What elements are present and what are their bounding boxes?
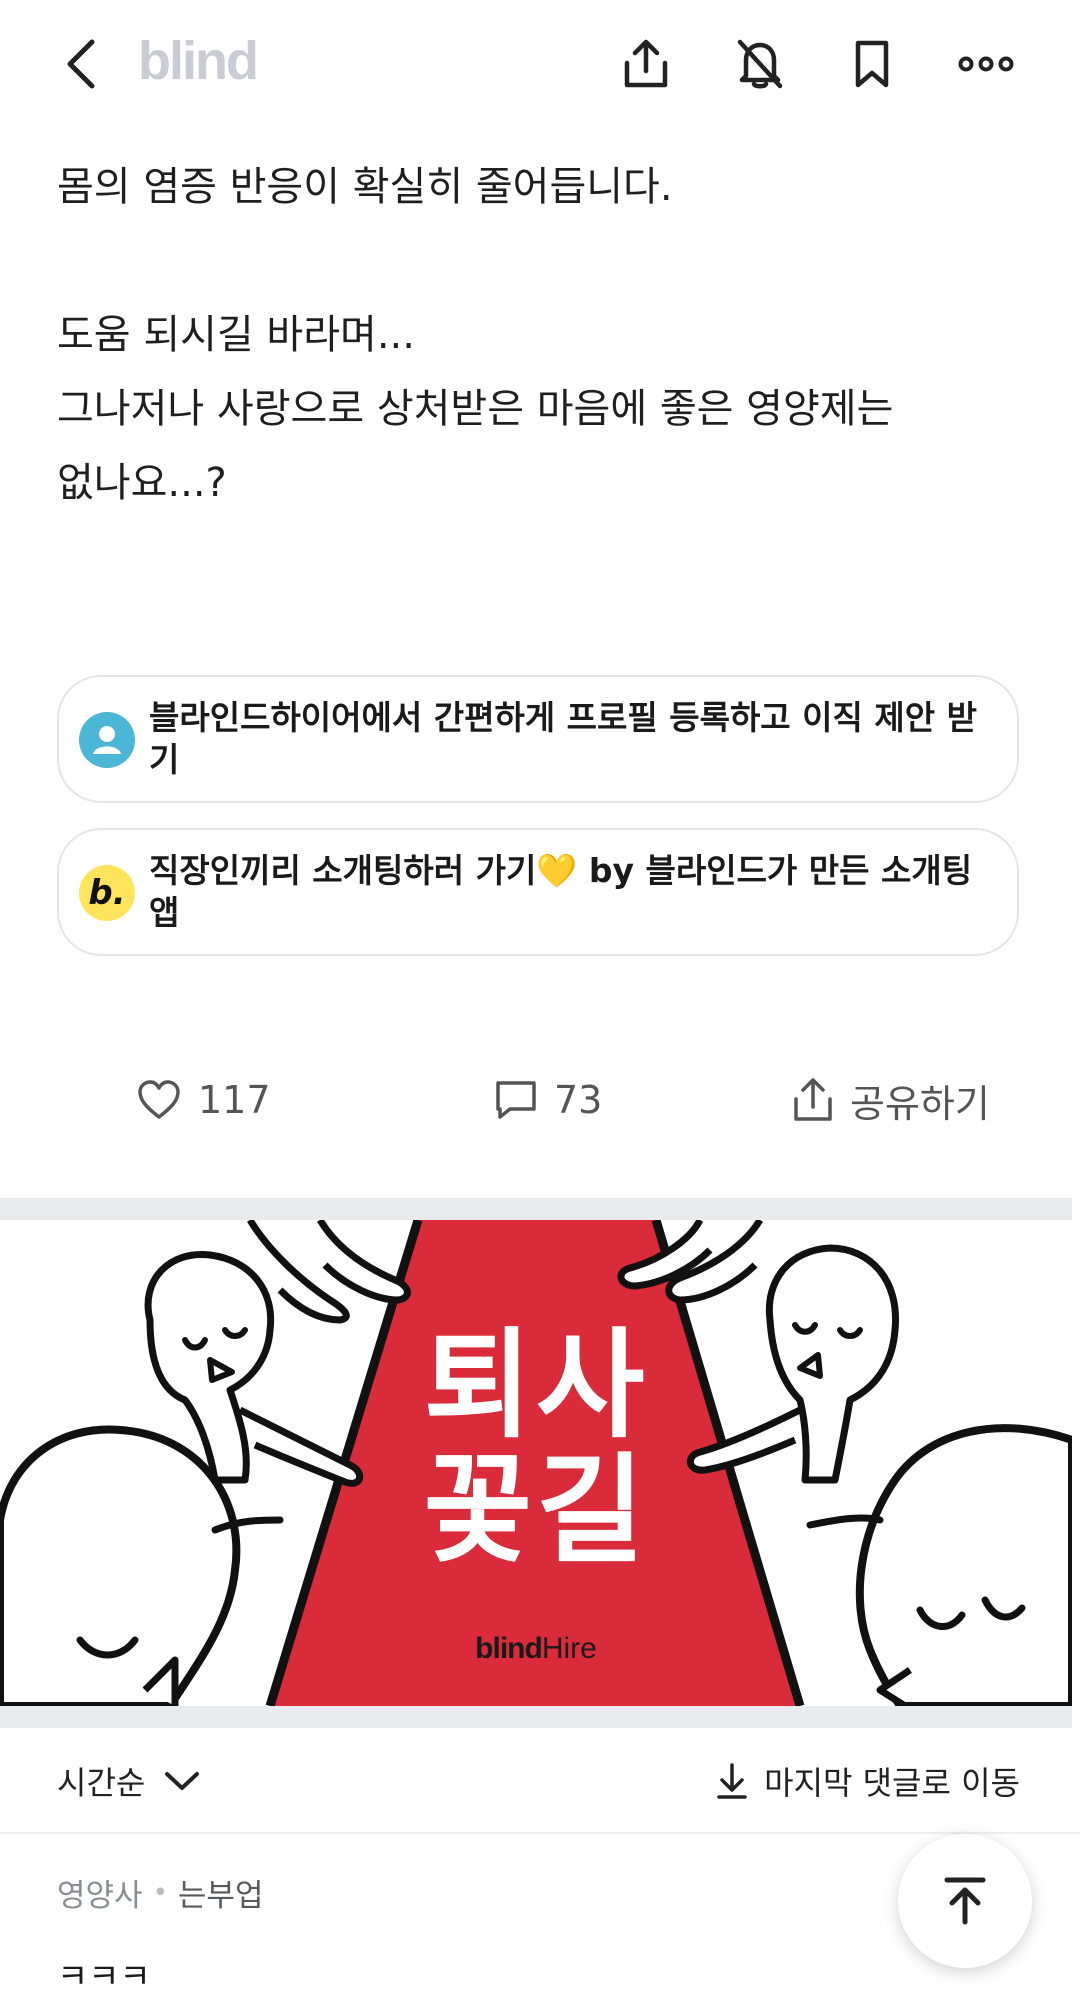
bell-off-icon	[737, 39, 783, 89]
profile-icon	[79, 712, 135, 768]
post-line	[57, 224, 1037, 298]
comment-company: 영양사	[57, 1878, 143, 1914]
banner-title-line1: 퇴사	[423, 1316, 649, 1454]
share-label: 공유하기	[850, 1081, 990, 1126]
banner-brand: blindHire	[0, 1632, 1072, 1666]
post-body: 몸의 염증 반응이 확실히 줄어듭니다. 도움 되시길 바라며... 그나저나 …	[57, 150, 1037, 520]
post-line: 없나요...?	[57, 460, 227, 506]
post-actions: 117 73 공유하기	[0, 1060, 1080, 1140]
top-bar: blind	[0, 0, 1080, 130]
promo-text: 직장인끼리 소개팅하러 가기💛 by 블라인드가 만든 소개팅앱	[149, 851, 973, 932]
jump-to-last-comment-button[interactable]: 마지막 댓글로 이동	[716, 1758, 1020, 1804]
banner-brand-suffix: Hire	[541, 1632, 597, 1665]
banner-title-line2: 꽃길	[423, 1441, 649, 1579]
comment-icon	[496, 1081, 536, 1119]
chevron-down-icon	[165, 1772, 200, 1790]
more-button[interactable]	[950, 28, 1022, 100]
banner-brand-name: blind	[475, 1632, 543, 1665]
like-count: 117	[198, 1078, 271, 1122]
separator-dot: •	[152, 1877, 168, 1908]
back-button[interactable]	[52, 28, 112, 100]
section-divider	[0, 1706, 1072, 1728]
comment-count: 73	[554, 1078, 603, 1122]
download-arrow-icon	[717, 1763, 747, 1799]
comment-text: ㅋㅋㅋ	[57, 1957, 151, 1997]
comment-item: 영양사 • 는부업 ㅋㅋㅋ	[57, 1870, 857, 1998]
promo-text: 블라인드하이어에서 간편하게 프로필 등록하고 이직 제안 받기	[149, 698, 977, 779]
post-line: 그나저나 사랑으로 상처받은 마음에 좋은 영양제는	[57, 386, 894, 432]
jump-label: 마지막 댓글로 이동	[764, 1764, 1020, 1802]
post-line: 몸의 염증 반응이 확실히 줄어듭니다.	[57, 164, 673, 210]
blind-dating-promo[interactable]: b. 직장인끼리 소개팅하러 가기💛 by 블라인드가 만든 소개팅앱	[57, 828, 1019, 956]
comment-sort-bar: 시간순 마지막 댓글로 이동	[0, 1728, 1080, 1834]
blind-b-icon: b.	[79, 865, 135, 921]
comment-author: 영양사 • 는부업	[57, 1870, 857, 1915]
blind-hire-promo[interactable]: 블라인드하이어에서 간편하게 프로필 등록하고 이직 제안 받기	[57, 675, 1019, 803]
bookmark-icon	[855, 40, 889, 88]
share-icon	[794, 1078, 832, 1121]
comment-button[interactable]: 73	[494, 1070, 602, 1130]
share-button[interactable]	[610, 28, 682, 100]
app-logo[interactable]: blind	[138, 30, 259, 92]
chevron-left-icon	[67, 39, 95, 89]
notification-off-button[interactable]	[724, 28, 796, 100]
scroll-to-top-button[interactable]	[898, 1834, 1032, 1968]
arrow-up-icon	[944, 1877, 986, 1925]
post-line: 도움 되시길 바라며...	[57, 312, 415, 358]
heart-icon	[138, 1080, 180, 1119]
sort-label: 시간순	[57, 1764, 146, 1802]
more-icon	[958, 56, 1014, 72]
bookmark-button[interactable]	[836, 28, 908, 100]
blind-hire-banner[interactable]: 퇴사 꽃길 blindHire	[0, 1220, 1072, 1706]
share-icon	[624, 39, 668, 88]
like-button[interactable]: 117	[136, 1070, 271, 1130]
section-divider	[0, 1198, 1072, 1220]
sort-dropdown[interactable]: 시간순	[57, 1758, 201, 1804]
comment-nickname: 는부업	[177, 1878, 264, 1914]
share-post-button[interactable]: 공유하기	[792, 1070, 990, 1130]
